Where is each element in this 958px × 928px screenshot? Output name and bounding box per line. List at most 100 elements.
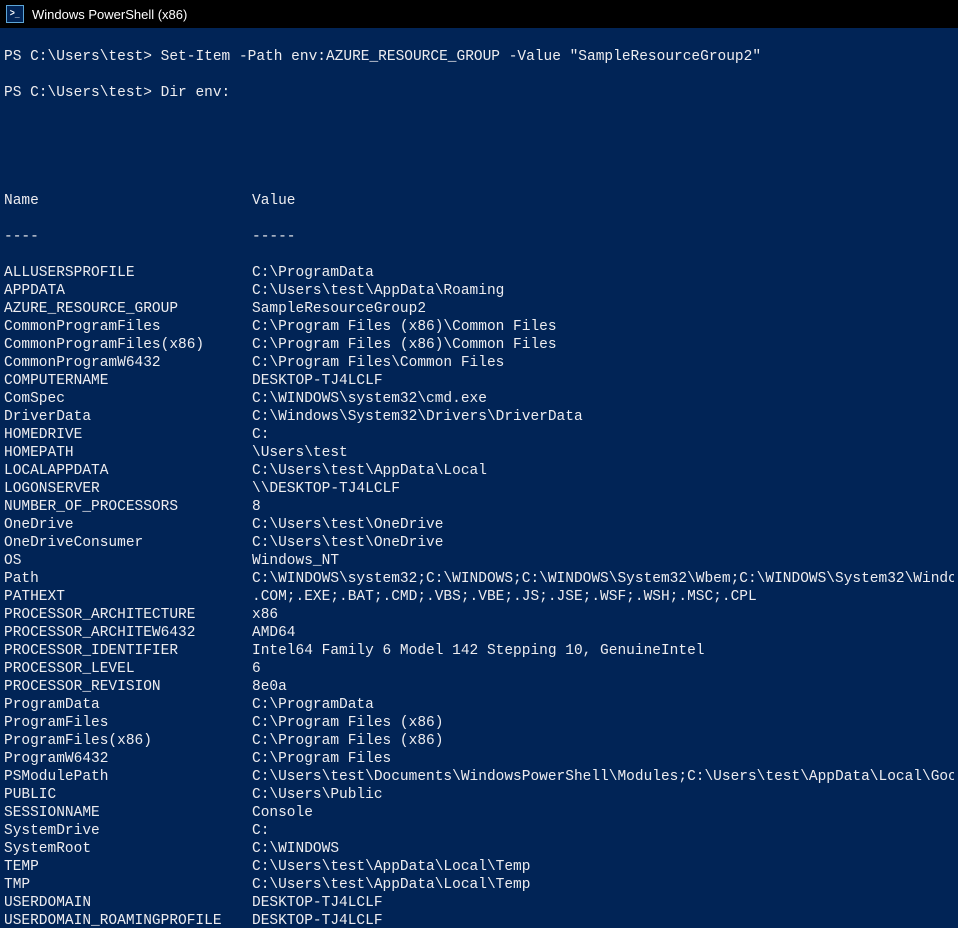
env-row: PROCESSOR_ARCHITECTUREx86 bbox=[4, 606, 954, 624]
env-name: NUMBER_OF_PROCESSORS bbox=[4, 498, 252, 516]
env-value: C:\Users\Public bbox=[252, 786, 954, 804]
env-row: ProgramFiles(x86)C:\Program Files (x86) bbox=[4, 732, 954, 750]
env-row: LOCALAPPDATAC:\Users\test\AppData\Local bbox=[4, 462, 954, 480]
env-row: APPDATAC:\Users\test\AppData\Roaming bbox=[4, 282, 954, 300]
header-value: Value bbox=[252, 192, 954, 210]
env-row: NUMBER_OF_PROCESSORS8 bbox=[4, 498, 954, 516]
env-name: PROCESSOR_IDENTIFIER bbox=[4, 642, 252, 660]
env-name: ProgramFiles(x86) bbox=[4, 732, 252, 750]
env-name: PROCESSOR_LEVEL bbox=[4, 660, 252, 678]
env-row: CommonProgramFiles(x86)C:\Program Files … bbox=[4, 336, 954, 354]
env-name: COMPUTERNAME bbox=[4, 372, 252, 390]
env-row: HOMEDRIVEC: bbox=[4, 426, 954, 444]
env-value: AMD64 bbox=[252, 624, 954, 642]
env-row: LOGONSERVER\\DESKTOP-TJ4LCLF bbox=[4, 480, 954, 498]
env-name: ProgramFiles bbox=[4, 714, 252, 732]
env-name: CommonProgramFiles(x86) bbox=[4, 336, 252, 354]
env-value: C:\Windows\System32\Drivers\DriverData bbox=[252, 408, 954, 426]
env-value: C:\Users\test\OneDrive bbox=[252, 516, 954, 534]
env-name: TEMP bbox=[4, 858, 252, 876]
env-name: PUBLIC bbox=[4, 786, 252, 804]
env-name: PSModulePath bbox=[4, 768, 252, 786]
env-value: C:\Program Files bbox=[252, 750, 954, 768]
env-row: SESSIONNAMEConsole bbox=[4, 804, 954, 822]
header-underline: --------- bbox=[4, 228, 954, 246]
command-line-1: PS C:\Users\test> Set-Item -Path env:AZU… bbox=[4, 48, 954, 66]
env-value: DESKTOP-TJ4LCLF bbox=[252, 372, 954, 390]
env-name: PROCESSOR_ARCHITEW6432 bbox=[4, 624, 252, 642]
env-value: C:\WINDOWS\system32\cmd.exe bbox=[252, 390, 954, 408]
env-name: DriverData bbox=[4, 408, 252, 426]
env-name: HOMEPATH bbox=[4, 444, 252, 462]
env-row: SystemDriveC: bbox=[4, 822, 954, 840]
env-name: SystemDrive bbox=[4, 822, 252, 840]
env-name: CommonProgramW6432 bbox=[4, 354, 252, 372]
env-row: OneDriveC:\Users\test\OneDrive bbox=[4, 516, 954, 534]
env-name: Path bbox=[4, 570, 252, 588]
env-name: CommonProgramFiles bbox=[4, 318, 252, 336]
env-value: C:\Program Files (x86) bbox=[252, 714, 954, 732]
env-value: DESKTOP-TJ4LCLF bbox=[252, 894, 954, 912]
env-row: ALLUSERSPROFILEC:\ProgramData bbox=[4, 264, 954, 282]
blank-line bbox=[4, 156, 954, 174]
command-text: Set-Item -Path env:AZURE_RESOURCE_GROUP … bbox=[161, 48, 761, 66]
env-row: CommonProgramFilesC:\Program Files (x86)… bbox=[4, 318, 954, 336]
env-value: C:\Users\test\AppData\Roaming bbox=[252, 282, 954, 300]
window-title: Windows PowerShell (x86) bbox=[32, 7, 187, 22]
env-row: OneDriveConsumerC:\Users\test\OneDrive bbox=[4, 534, 954, 552]
env-value: 6 bbox=[252, 660, 954, 678]
env-value: C: bbox=[252, 426, 954, 444]
env-row: USERDOMAINDESKTOP-TJ4LCLF bbox=[4, 894, 954, 912]
env-name: ProgramW6432 bbox=[4, 750, 252, 768]
env-name: OS bbox=[4, 552, 252, 570]
env-value: C:\WINDOWS\system32;C:\WINDOWS;C:\WINDOW… bbox=[252, 570, 954, 588]
command-text: Dir env: bbox=[161, 84, 231, 102]
env-name: PROCESSOR_REVISION bbox=[4, 678, 252, 696]
env-value: C:\ProgramData bbox=[252, 264, 954, 282]
env-row: AZURE_RESOURCE_GROUPSampleResourceGroup2 bbox=[4, 300, 954, 318]
env-name: PATHEXT bbox=[4, 588, 252, 606]
env-value: \\DESKTOP-TJ4LCLF bbox=[252, 480, 954, 498]
env-name: HOMEDRIVE bbox=[4, 426, 252, 444]
env-value: C:\Users\test\Documents\WindowsPowerShel… bbox=[252, 768, 954, 786]
env-name: USERDOMAIN bbox=[4, 894, 252, 912]
env-value: 8e0a bbox=[252, 678, 954, 696]
env-row: PUBLICC:\Users\Public bbox=[4, 786, 954, 804]
powershell-icon: >_ bbox=[6, 5, 24, 23]
env-row: USERDOMAIN_ROAMINGPROFILEDESKTOP-TJ4LCLF bbox=[4, 912, 954, 928]
env-name: USERDOMAIN_ROAMINGPROFILE bbox=[4, 912, 252, 928]
env-name: LOGONSERVER bbox=[4, 480, 252, 498]
env-name: OneDriveConsumer bbox=[4, 534, 252, 552]
env-row: PATHEXT.COM;.EXE;.BAT;.CMD;.VBS;.VBE;.JS… bbox=[4, 588, 954, 606]
env-name: SESSIONNAME bbox=[4, 804, 252, 822]
env-value: C:\Program Files\Common Files bbox=[252, 354, 954, 372]
env-value: C:\ProgramData bbox=[252, 696, 954, 714]
env-value: SampleResourceGroup2 bbox=[252, 300, 954, 318]
env-row: CommonProgramW6432C:\Program Files\Commo… bbox=[4, 354, 954, 372]
env-value: Intel64 Family 6 Model 142 Stepping 10, … bbox=[252, 642, 954, 660]
env-value: C:\Users\test\AppData\Local bbox=[252, 462, 954, 480]
env-value: C:\Users\test\AppData\Local\Temp bbox=[252, 876, 954, 894]
env-row: PROCESSOR_REVISION8e0a bbox=[4, 678, 954, 696]
env-row: COMPUTERNAMEDESKTOP-TJ4LCLF bbox=[4, 372, 954, 390]
env-name: ProgramData bbox=[4, 696, 252, 714]
env-name: LOCALAPPDATA bbox=[4, 462, 252, 480]
env-value: 8 bbox=[252, 498, 954, 516]
env-row: TMPC:\Users\test\AppData\Local\Temp bbox=[4, 876, 954, 894]
env-name: PROCESSOR_ARCHITECTURE bbox=[4, 606, 252, 624]
window-titlebar[interactable]: >_ Windows PowerShell (x86) bbox=[0, 0, 958, 28]
terminal-output[interactable]: PS C:\Users\test> Set-Item -Path env:AZU… bbox=[0, 28, 958, 928]
env-row: ProgramDataC:\ProgramData bbox=[4, 696, 954, 714]
env-row: PathC:\WINDOWS\system32;C:\WINDOWS;C:\WI… bbox=[4, 570, 954, 588]
env-value: C:\Users\test\OneDrive bbox=[252, 534, 954, 552]
env-row: PROCESSOR_LEVEL6 bbox=[4, 660, 954, 678]
env-value: Console bbox=[252, 804, 954, 822]
env-row: PROCESSOR_ARCHITEW6432AMD64 bbox=[4, 624, 954, 642]
env-value: C: bbox=[252, 822, 954, 840]
env-name: AZURE_RESOURCE_GROUP bbox=[4, 300, 252, 318]
env-name: APPDATA bbox=[4, 282, 252, 300]
env-row: ComSpecC:\WINDOWS\system32\cmd.exe bbox=[4, 390, 954, 408]
env-row: ProgramFilesC:\Program Files (x86) bbox=[4, 714, 954, 732]
env-value: C:\WINDOWS bbox=[252, 840, 954, 858]
env-row: TEMPC:\Users\test\AppData\Local\Temp bbox=[4, 858, 954, 876]
